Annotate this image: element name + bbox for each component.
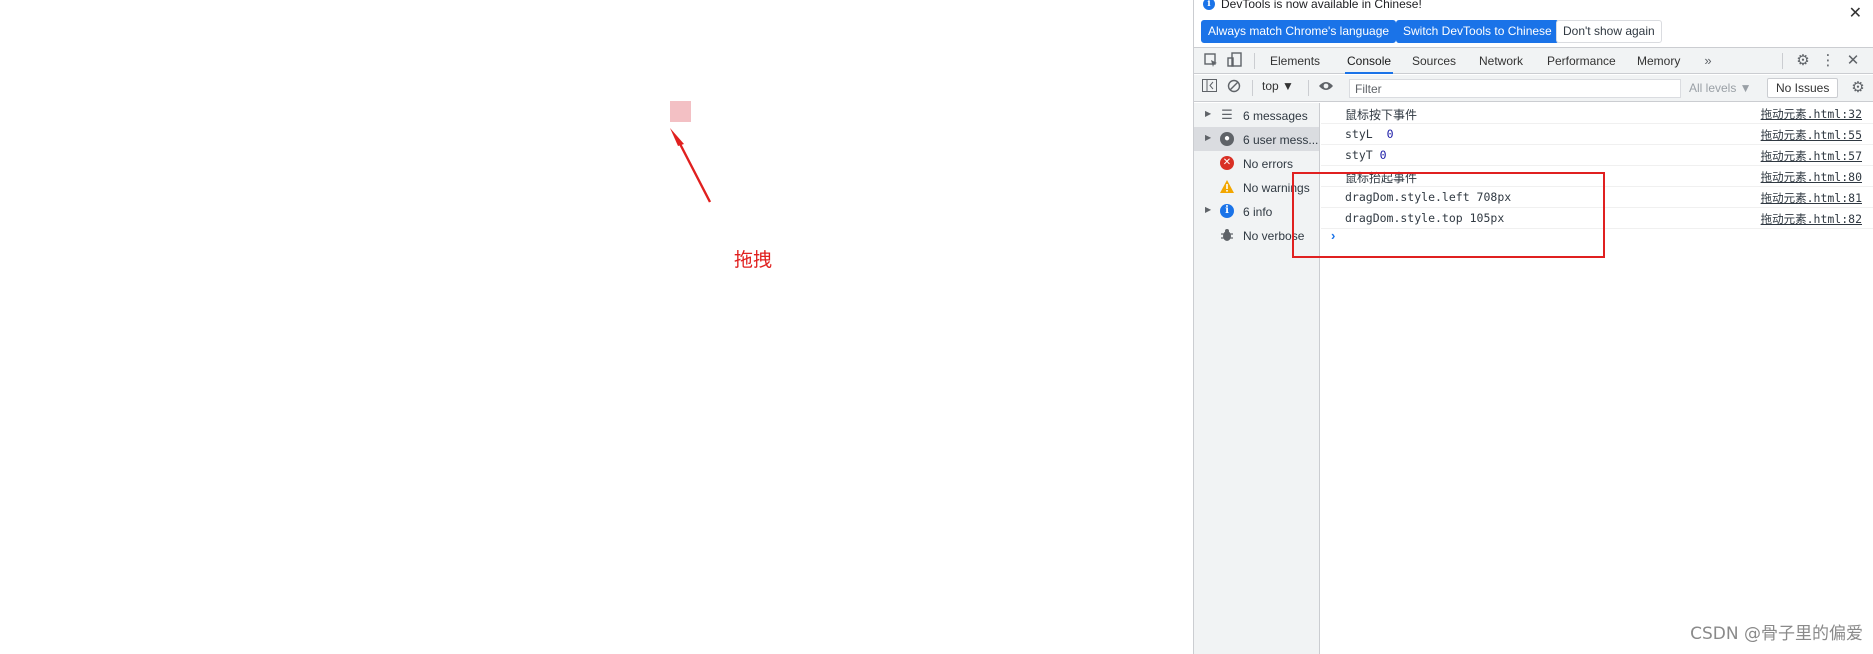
log-value: 0 <box>1379 148 1387 162</box>
filter-input[interactable] <box>1349 79 1681 98</box>
sidebar-item-user-messages[interactable]: ▶ ● 6 user mess... <box>1194 127 1319 151</box>
live-expression-eye-icon[interactable] <box>1317 79 1335 97</box>
log-value: 0 <box>1386 127 1394 141</box>
log-message: styL 0 <box>1345 127 1394 141</box>
devtools-panel: i DevTools is now available in Chinese! … <box>1193 0 1873 654</box>
context-select[interactable]: top ▼ <box>1262 79 1294 93</box>
sidebar-item-messages[interactable]: ▶ ☰ 6 messages <box>1194 103 1319 127</box>
inspect-element-icon[interactable] <box>1202 52 1220 70</box>
log-source-link[interactable]: 拖动元素.html:32 <box>1761 106 1862 122</box>
annotation-highlight-box <box>1292 172 1605 258</box>
log-source-link[interactable]: 拖动元素.html:55 <box>1761 127 1862 143</box>
sidebar-item-label: 6 messages <box>1243 109 1308 123</box>
expand-triangle-icon[interactable]: ▶ <box>1205 205 1211 214</box>
tab-memory[interactable]: Memory <box>1635 48 1682 74</box>
log-source-link[interactable]: 拖动元素.html:81 <box>1761 190 1862 206</box>
device-toolbar-icon[interactable] <box>1226 52 1244 70</box>
console-log-row: styL 0 拖动元素.html:55 <box>1321 124 1873 145</box>
tab-performance[interactable]: Performance <box>1545 48 1618 74</box>
expand-triangle-icon[interactable]: ▶ <box>1205 133 1211 142</box>
sidebar-item-label: 6 user mess... <box>1243 133 1319 147</box>
list-icon: ☰ <box>1221 107 1233 122</box>
log-source-link[interactable]: 拖动元素.html:57 <box>1761 148 1862 164</box>
log-text: styL <box>1345 127 1373 141</box>
tabbar-divider <box>1782 53 1783 69</box>
close-devtools-icon[interactable]: ✕ <box>1844 52 1862 70</box>
clear-console-icon[interactable] <box>1225 79 1243 97</box>
log-message: 鼠标按下事件 <box>1345 108 1418 122</box>
tab-console[interactable]: Console <box>1345 48 1394 74</box>
switch-chinese-button[interactable]: Switch DevTools to Chinese <box>1396 20 1559 43</box>
draggable-box[interactable] <box>670 101 691 122</box>
page-viewport: 拖拽 <box>0 0 1193 654</box>
sidebar-item-label: No errors <box>1243 157 1294 171</box>
tab-sources[interactable]: Sources <box>1410 48 1458 74</box>
settings-gear-icon[interactable]: ⚙ <box>1794 52 1812 70</box>
toolbar-divider <box>1252 80 1253 96</box>
dont-show-again-button[interactable]: Don't show again <box>1556 20 1662 43</box>
issues-button[interactable]: No Issues <box>1767 78 1839 98</box>
annotation-arrow <box>670 128 712 203</box>
console-toolbar: top ▼ All levels ▼ No Issues ⚙ <box>1194 75 1873 102</box>
log-message: styT 0 <box>1345 148 1387 162</box>
info-icon: i <box>1203 0 1215 10</box>
log-source-link[interactable]: 拖动元素.html:80 <box>1761 169 1862 185</box>
language-infobar: i DevTools is now available in Chinese! … <box>1194 0 1873 46</box>
more-options-icon[interactable]: ⋮ <box>1819 52 1837 70</box>
tab-elements[interactable]: Elements <box>1268 48 1322 74</box>
sidebar-toggle-icon[interactable] <box>1200 79 1218 97</box>
more-tabs-icon[interactable]: » <box>1699 52 1717 70</box>
tabbar-divider <box>1254 53 1255 69</box>
error-icon: ✕ <box>1220 156 1234 170</box>
match-language-button[interactable]: Always match Chrome's language <box>1201 20 1397 43</box>
console-log-row: 鼠标按下事件 拖动元素.html:32 <box>1321 103 1873 124</box>
log-source-link[interactable]: 拖动元素.html:82 <box>1761 211 1862 227</box>
drag-annotation-label: 拖拽 <box>734 249 773 271</box>
log-text: styT <box>1345 148 1373 162</box>
warning-icon <box>1220 180 1234 194</box>
toolbar-divider <box>1308 80 1309 96</box>
devtools-tabbar: Elements Console Sources Network Perform… <box>1194 47 1873 74</box>
console-log-row: styT 0 拖动元素.html:57 <box>1321 145 1873 166</box>
tab-network[interactable]: Network <box>1477 48 1525 74</box>
expand-triangle-icon[interactable]: ▶ <box>1205 109 1211 118</box>
infobar-message: DevTools is now available in Chinese! <box>1221 0 1422 11</box>
user-icon: ● <box>1220 132 1234 146</box>
log-levels-select[interactable]: All levels ▼ <box>1689 81 1752 95</box>
info-icon: i <box>1220 204 1234 218</box>
console-settings-gear-icon[interactable]: ⚙ <box>1849 79 1867 97</box>
close-icon[interactable]: ✕ <box>1849 6 1862 22</box>
bug-icon <box>1220 228 1234 242</box>
watermark: CSDN @骨子里的偏爱 <box>1690 624 1863 644</box>
